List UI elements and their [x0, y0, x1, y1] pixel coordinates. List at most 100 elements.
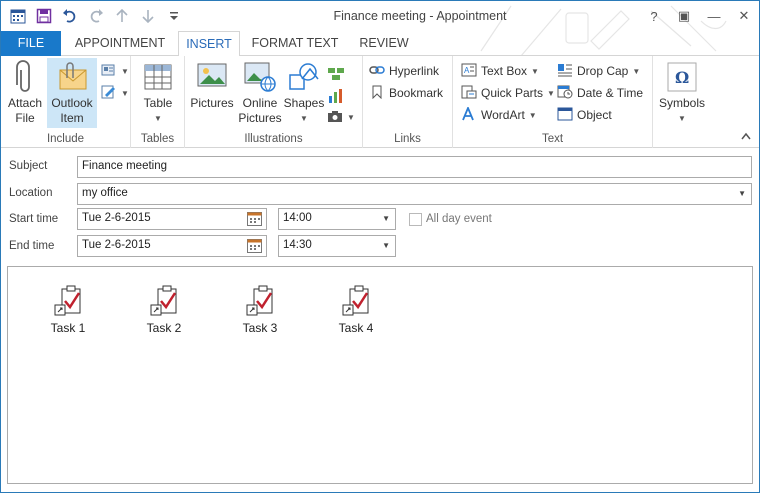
- table-label: Table: [143, 96, 173, 110]
- chart-icon: [327, 88, 345, 107]
- help-button[interactable]: ?: [639, 1, 669, 31]
- hyperlink-button[interactable]: Hyperlink: [369, 60, 439, 82]
- chevron-down-icon[interactable]: ▼: [382, 214, 390, 223]
- shapes-button[interactable]: Shapes ▼: [283, 58, 325, 126]
- title-bar: Finance meeting - Appointment ? ▣ — ✕: [1, 1, 759, 57]
- chain-link-icon: [369, 63, 385, 80]
- table-button[interactable]: Table ▼: [137, 58, 179, 126]
- quick-parts-button[interactable]: Quick Parts ▼: [461, 82, 555, 104]
- text-box-icon: A: [461, 63, 477, 80]
- start-time-value: 14:00: [283, 212, 312, 224]
- collapse-ribbon-icon[interactable]: [741, 132, 751, 143]
- start-time-label: Start time: [9, 213, 59, 225]
- chevron-down-icon: ▼: [531, 66, 539, 76]
- online-pictures-label-1: Online: [242, 96, 278, 110]
- chart-button[interactable]: [327, 86, 345, 108]
- all-day-checkbox[interactable]: [409, 213, 422, 226]
- calendar-clock-icon: [557, 85, 573, 102]
- chevron-down-icon: ▼: [121, 66, 129, 76]
- subject-value: Finance meeting: [82, 160, 168, 172]
- attach-label-1: Attach: [7, 96, 43, 110]
- group-symbols: Ω Symbols ▼: [653, 56, 709, 148]
- table-icon: [137, 58, 179, 96]
- online-pictures-button[interactable]: Online Pictures: [237, 58, 283, 126]
- signature-icon: [101, 85, 117, 102]
- task-shortcut-icon: [150, 285, 177, 316]
- chevron-down-icon: ▼: [678, 114, 686, 123]
- location-value: my office: [82, 187, 128, 199]
- end-time-field[interactable]: 14:30 ▼: [278, 235, 396, 257]
- tab-insert[interactable]: INSERT: [178, 31, 240, 57]
- signature-button[interactable]: ▼: [101, 82, 129, 104]
- tab-appointment[interactable]: APPOINTMENT: [65, 31, 175, 56]
- end-date-field[interactable]: Tue 2-6-2015: [77, 235, 267, 257]
- outlook-item-label-2: Item: [60, 111, 84, 125]
- bookmark-button[interactable]: Bookmark: [369, 82, 443, 104]
- group-label-include: Include: [46, 133, 85, 145]
- group-include: Attach File Outlook Item ▼ ▼ Include: [1, 56, 131, 148]
- object-button[interactable]: Object: [557, 104, 612, 126]
- location-field[interactable]: my office ▼: [77, 183, 752, 205]
- group-label-illustrations: Illustrations: [244, 133, 303, 145]
- close-button[interactable]: ✕: [729, 1, 759, 31]
- task-shortcut-icon: [54, 285, 81, 316]
- subject-field[interactable]: Finance meeting: [77, 156, 752, 178]
- tab-format-text[interactable]: FORMAT TEXT: [245, 31, 345, 56]
- calendar-icon[interactable]: [247, 212, 262, 226]
- tab-review[interactable]: REVIEW: [351, 31, 417, 56]
- date-time-button[interactable]: Date & Time: [557, 82, 643, 104]
- quick-parts-label: Quick Parts: [481, 86, 544, 100]
- attach-file-button[interactable]: Attach File: [5, 58, 45, 126]
- shapes-icon: [283, 58, 325, 96]
- business-card-button[interactable]: ▼: [101, 60, 129, 82]
- attachment-name: Task 1: [50, 321, 86, 335]
- window-controls: ? ▣ — ✕: [639, 1, 759, 31]
- online-picture-icon: [237, 58, 283, 96]
- drop-cap-label: Drop Cap: [577, 64, 629, 78]
- chevron-down-icon[interactable]: ▼: [382, 241, 390, 250]
- bookmark-icon: [369, 85, 385, 102]
- attachment-task-2[interactable]: Task 2: [134, 285, 194, 335]
- drop-cap-icon: [557, 63, 573, 80]
- message-body[interactable]: Task 1 Task 2 Task 3 Task 4: [7, 266, 753, 484]
- appointment-window: Finance meeting - Appointment ? ▣ — ✕ FI…: [0, 0, 760, 493]
- drop-cap-button[interactable]: Drop Cap ▼: [557, 60, 640, 82]
- chevron-down-icon[interactable]: ▼: [738, 189, 746, 198]
- chevron-down-icon: ▼: [347, 112, 355, 122]
- chevron-down-icon: ▼: [528, 110, 537, 120]
- start-time-field[interactable]: 14:00 ▼: [278, 208, 396, 230]
- symbols-button[interactable]: Ω Symbols ▼: [657, 58, 707, 126]
- outlook-item-label-1: Outlook: [51, 96, 93, 110]
- attachment-task-1[interactable]: Task 1: [38, 285, 98, 335]
- wordart-button[interactable]: WordArt ▼: [461, 104, 537, 126]
- screenshot-button[interactable]: ▼: [327, 106, 355, 128]
- calendar-icon[interactable]: [247, 239, 262, 253]
- bookmark-label: Bookmark: [389, 86, 444, 100]
- pictures-button[interactable]: Pictures: [189, 58, 235, 111]
- group-tables: Table ▼ Tables: [131, 56, 185, 148]
- tab-file[interactable]: FILE: [1, 31, 61, 56]
- start-date-field[interactable]: Tue 2-6-2015: [77, 208, 267, 230]
- start-date-value: Tue 2-6-2015: [82, 212, 151, 224]
- smartart-button[interactable]: [327, 64, 345, 86]
- task-shortcut-icon: [342, 285, 369, 316]
- hyperlink-label: Hyperlink: [389, 64, 440, 78]
- attachment-task-4[interactable]: Task 4: [326, 285, 386, 335]
- chevron-down-icon: ▼: [547, 88, 555, 98]
- camera-icon: [327, 109, 343, 126]
- svg-text:A: A: [464, 66, 470, 75]
- location-label: Location: [9, 187, 53, 199]
- chevron-down-icon: ▼: [154, 114, 162, 123]
- minimize-button[interactable]: —: [699, 1, 729, 31]
- group-label-tables: Tables: [140, 133, 175, 145]
- object-icon: [557, 107, 573, 124]
- picture-icon: [189, 58, 235, 96]
- attachment-task-3[interactable]: Task 3: [230, 285, 290, 335]
- group-illustrations: Pictures Online Pictures Shapes ▼ ▼ Illu…: [185, 56, 363, 148]
- group-label-text: Text: [541, 133, 564, 145]
- end-date-value: Tue 2-6-2015: [82, 239, 151, 251]
- ribbon-display-button[interactable]: ▣: [669, 1, 699, 31]
- outlook-item-button[interactable]: Outlook Item: [47, 58, 97, 128]
- text-box-label: Text Box: [481, 64, 528, 78]
- text-box-button[interactable]: A Text Box ▼: [461, 60, 539, 82]
